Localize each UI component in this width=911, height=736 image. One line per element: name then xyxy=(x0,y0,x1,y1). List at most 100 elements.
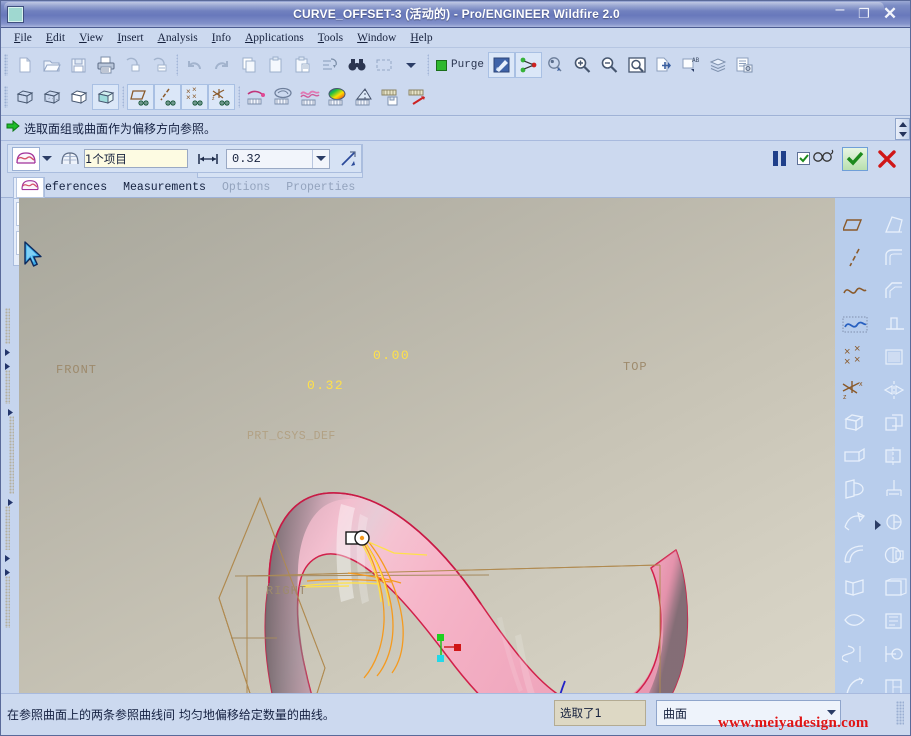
draft-analysis-icon[interactable] xyxy=(351,84,378,110)
delete-analysis-icon[interactable] xyxy=(405,84,432,110)
menu-item-window[interactable]: Window xyxy=(350,31,403,45)
expand-arrow-icon[interactable] xyxy=(6,404,15,413)
refit-icon[interactable] xyxy=(623,52,650,78)
layers-icon[interactable] xyxy=(704,52,731,78)
expand-arrow-icon[interactable] xyxy=(3,344,12,353)
thicken-icon[interactable] xyxy=(879,505,911,538)
graphics-viewport[interactable]: FRONT TOP RIGHT PRT_CSYS_DEF 0.00 0.32 xyxy=(19,198,835,693)
annotation-ab-icon[interactable]: AB xyxy=(677,52,704,78)
boundary-blend-icon[interactable] xyxy=(839,604,871,637)
rib-icon[interactable] xyxy=(879,307,911,340)
menu-item-applications[interactable]: Applications xyxy=(238,31,311,45)
intersect-icon[interactable] xyxy=(879,637,911,670)
save-analysis-icon[interactable] xyxy=(378,84,405,110)
measure-area-icon[interactable] xyxy=(270,84,297,110)
offset-icon[interactable] xyxy=(879,571,911,604)
toolbar-grip[interactable] xyxy=(5,506,10,550)
copy-icon[interactable] xyxy=(235,52,262,78)
revolve-icon[interactable] xyxy=(839,472,871,505)
toolbar-grip[interactable] xyxy=(5,370,10,404)
chamfer-icon[interactable] xyxy=(879,274,911,307)
no-hidden-icon[interactable] xyxy=(65,84,92,110)
datum-axis-icon[interactable] xyxy=(154,84,181,110)
chevron-down-icon[interactable] xyxy=(397,52,424,78)
selection-box-icon[interactable] xyxy=(370,52,397,78)
sweep-icon[interactable] xyxy=(839,505,871,538)
flyout-arrow-icon[interactable] xyxy=(873,518,883,536)
zoom-in-icon[interactable] xyxy=(569,52,596,78)
cancel-button[interactable] xyxy=(876,148,898,170)
sketch-view-icon[interactable] xyxy=(488,52,515,78)
menu-item-insert[interactable]: Insert xyxy=(110,31,150,45)
maximize-button[interactable]: ❐ xyxy=(854,4,874,23)
trim-icon[interactable] xyxy=(879,439,911,472)
menu-item-tools[interactable]: Tools xyxy=(311,31,350,45)
find-binoculars-icon[interactable] xyxy=(343,52,370,78)
tool-dropdown-button[interactable] xyxy=(40,147,54,171)
wireframe-icon[interactable] xyxy=(11,84,38,110)
surface-collector-icon[interactable] xyxy=(60,150,80,168)
draft-icon[interactable] xyxy=(879,208,911,241)
statusbar-grip[interactable] xyxy=(896,701,904,725)
sketch-curve-icon[interactable] xyxy=(839,307,871,340)
toolbar-grip[interactable] xyxy=(4,54,8,76)
curve-icon[interactable] xyxy=(839,274,871,307)
coordinate-box-icon[interactable] xyxy=(839,406,871,439)
redo-icon[interactable] xyxy=(208,52,235,78)
menu-item-analysis[interactable]: Analysis xyxy=(151,31,205,45)
expand-arrow-icon[interactable] xyxy=(3,550,12,559)
tab-measurements[interactable]: Measurements xyxy=(115,181,214,194)
regenerate-icon[interactable] xyxy=(316,52,343,78)
measure-distance-icon[interactable] xyxy=(243,84,270,110)
tab-references[interactable]: eferences xyxy=(37,181,115,194)
send-link-icon[interactable] xyxy=(146,52,173,78)
shading-icon[interactable] xyxy=(92,84,119,110)
merge-icon[interactable] xyxy=(879,406,911,439)
fill-icon[interactable] xyxy=(879,472,911,505)
new-file-icon[interactable] xyxy=(11,52,38,78)
menu-item-file[interactable]: File xyxy=(7,31,39,45)
dimension-value-0[interactable]: 0.00 xyxy=(373,348,410,363)
datum-point-icon[interactable]: ×××× xyxy=(839,340,871,373)
dimension-value-1[interactable]: 0.32 xyxy=(307,378,344,393)
save-icon[interactable] xyxy=(65,52,92,78)
offset-surface-icon[interactable] xyxy=(12,147,40,171)
undo-icon[interactable] xyxy=(181,52,208,78)
offset-surface-icon[interactable] xyxy=(16,177,44,198)
extrude-icon[interactable] xyxy=(839,439,871,472)
pattern-icon[interactable] xyxy=(879,340,911,373)
solidify-icon[interactable] xyxy=(879,538,911,571)
variable-sweep-icon[interactable] xyxy=(839,571,871,604)
flip-direction-icon[interactable] xyxy=(339,150,359,168)
curve-analysis-icon[interactable] xyxy=(297,84,324,110)
preview-toggle[interactable] xyxy=(797,149,834,168)
menu-item-help[interactable]: Help xyxy=(403,31,439,45)
round-icon[interactable] xyxy=(879,241,911,274)
expand-arrow-icon[interactable] xyxy=(3,358,12,367)
minimize-button[interactable]: – xyxy=(830,4,850,23)
helical-sweep-icon[interactable] xyxy=(839,637,871,670)
datum-plane-icon[interactable] xyxy=(839,208,871,241)
send-mail-icon[interactable] xyxy=(119,52,146,78)
accept-button[interactable] xyxy=(842,147,868,171)
toolbar-grip[interactable] xyxy=(5,308,10,344)
preview-glasses-icon[interactable] xyxy=(812,149,834,168)
print-icon[interactable] xyxy=(92,52,119,78)
expand-arrow-icon[interactable] xyxy=(6,494,15,503)
offset-value-field[interactable]: 0.32 xyxy=(226,149,330,169)
tab-properties[interactable]: Properties xyxy=(278,181,363,194)
csys-label[interactable]: PRT_CSYS_DEF xyxy=(247,430,336,443)
datum-csys-icon[interactable]: z xyxy=(208,84,235,110)
preview-checkbox[interactable] xyxy=(797,152,810,165)
paste-special-icon[interactable] xyxy=(289,52,316,78)
mirror-icon[interactable] xyxy=(879,373,911,406)
open-folder-icon[interactable] xyxy=(38,52,65,78)
datum-plane-icon[interactable] xyxy=(127,84,154,110)
toolbar-grip[interactable] xyxy=(4,86,8,108)
toolbar-grip[interactable] xyxy=(9,416,14,494)
menu-item-view[interactable]: View xyxy=(72,31,110,45)
spin-center-icon[interactable] xyxy=(542,52,569,78)
datum-csys-icon[interactable]: zx xyxy=(839,373,871,406)
blend-icon[interactable] xyxy=(839,538,871,571)
pause-button[interactable] xyxy=(769,148,789,170)
